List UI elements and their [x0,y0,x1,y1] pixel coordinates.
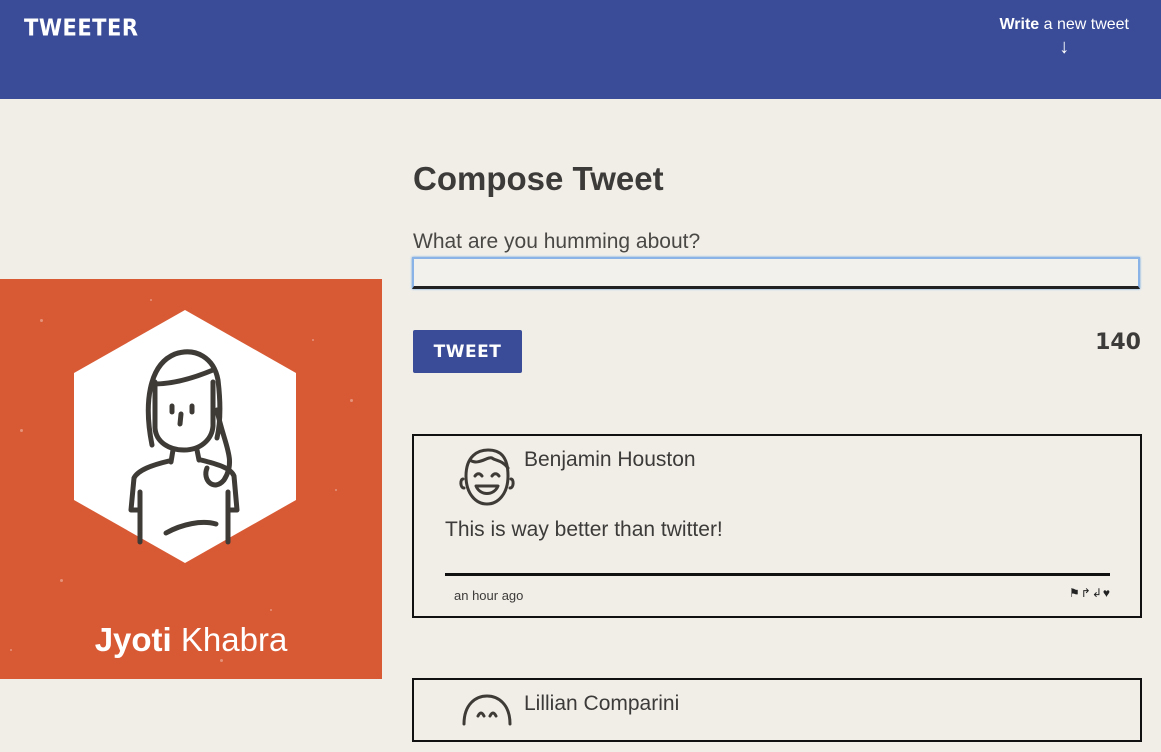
profile-card: Jyoti Khabra [0,279,382,679]
tweet-actions: ⚑ ↱ ↲ ♥ [1069,586,1110,600]
smiling-man-avatar-icon [459,448,515,506]
profile-last-name: Khabra [180,621,288,658]
profile-first-name: Jyoti [94,621,172,658]
compose-label: What are you humming about? [413,230,701,253]
compose-title: Compose Tweet [413,160,664,197]
write-label-bold: Write [999,16,1040,33]
tweet-card: Lillian Comparini [412,678,1142,742]
profile-avatar [74,310,296,563]
character-counter: 140 [1095,330,1141,355]
reply-icon[interactable]: ↲ [1092,586,1102,600]
tweet-timestamp: an hour ago [454,588,524,603]
woman-avatar-icon [74,310,296,563]
tweet-card: Benjamin Houston This is way better than… [412,434,1142,618]
app-logo[interactable]: TWEETER [24,14,139,41]
arrow-down-icon[interactable]: ↓ [999,37,1129,57]
tweet-button[interactable]: TWEET [413,330,522,373]
heart-icon[interactable]: ♥ [1103,586,1110,600]
retweet-icon[interactable]: ↱ [1081,586,1091,600]
tweet-divider [445,573,1110,576]
tweet-author: Lillian Comparini [524,692,680,715]
write-label-rest: a new tweet [1039,16,1129,33]
user-avatar-icon [462,694,512,726]
flag-icon[interactable]: ⚑ [1069,586,1080,600]
write-new-tweet-link[interactable]: Write a new tweet ↓ [999,16,1129,57]
profile-name: Jyoti Khabra [0,621,382,659]
top-nav-bar: TWEETER Write a new tweet ↓ [0,0,1161,99]
tweet-author: Benjamin Houston [524,448,696,471]
tweet-text-input[interactable] [412,257,1140,289]
tweet-text: This is way better than twitter! [445,518,723,541]
